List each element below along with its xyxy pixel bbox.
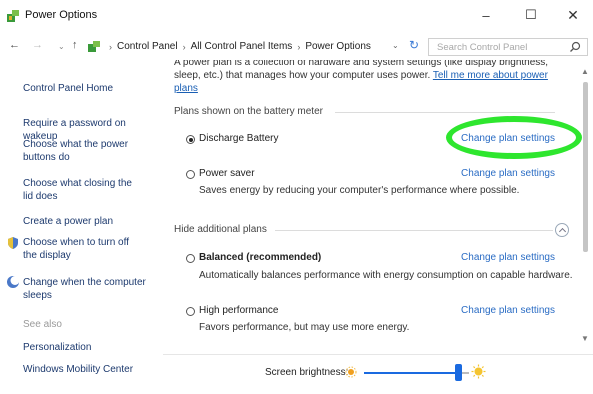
- search-icon[interactable]: [569, 41, 581, 53]
- shield-icon: [8, 237, 18, 249]
- sidebar-item-computer-sleeps[interactable]: Change when the computer sleeps: [23, 276, 148, 302]
- hide-additional-plans-toggle[interactable]: Hide additional plans: [174, 224, 267, 235]
- scroll-down-button[interactable]: ▼: [581, 334, 589, 343]
- change-plan-settings-high-performance[interactable]: Change plan settings: [433, 305, 555, 316]
- screen-brightness-label: Screen brightness:: [265, 367, 349, 378]
- plan-name-discharge-battery: Discharge Battery: [199, 133, 279, 144]
- intro-text: A power plan is a collection of hardware…: [174, 60, 574, 95]
- plan-radio-balanced[interactable]: [186, 254, 195, 263]
- refresh-button[interactable]: ↻: [409, 38, 419, 52]
- up-button[interactable]: ↑: [72, 39, 78, 51]
- sidebar-item-turn-off-display[interactable]: Choose when to turn off the display: [23, 236, 143, 262]
- plan-desc-balanced: Automatically balances performance with …: [199, 270, 573, 281]
- sidebar-item-closing-lid[interactable]: Choose what closing the lid does: [23, 177, 133, 203]
- back-button[interactable]: ←: [9, 39, 20, 51]
- scrollbar-thumb[interactable]: [583, 82, 588, 252]
- close-button[interactable]: ✕: [560, 4, 586, 26]
- maximize-button[interactable]: ☐: [518, 4, 544, 26]
- scroll-up-button[interactable]: ▲: [581, 67, 589, 76]
- left-navigation: Control Panel Home Require a password on…: [0, 60, 160, 394]
- plan-radio-high-performance[interactable]: [186, 307, 195, 316]
- change-plan-settings-power-saver[interactable]: Change plan settings: [433, 168, 555, 179]
- forward-button[interactable]: →: [32, 39, 43, 51]
- brightness-slider-track[interactable]: [364, 372, 469, 374]
- control-panel-icon: [88, 41, 100, 52]
- breadcrumb[interactable]: › Control Panel › All Control Panel Item…: [87, 38, 407, 55]
- brightness-slider-fill: [364, 372, 459, 374]
- breadcrumb-all-items[interactable]: All Control Panel Items: [191, 41, 293, 52]
- vertical-scrollbar[interactable]: ▲ ▼: [579, 60, 591, 354]
- minimize-button[interactable]: –: [473, 4, 499, 26]
- sidebar-item-power-buttons[interactable]: Choose what the power buttons do: [23, 138, 133, 164]
- recent-locations-button[interactable]: ⌄: [58, 42, 65, 51]
- sun-large-icon: [471, 364, 486, 379]
- power-options-icon: [7, 10, 19, 22]
- sidebar-item-control-panel-home[interactable]: Control Panel Home: [23, 82, 155, 95]
- breadcrumb-power-options[interactable]: Power Options: [305, 41, 371, 52]
- collapse-plans-button[interactable]: [555, 223, 569, 237]
- title-bar: Power Options – ☐ ✕: [0, 0, 593, 32]
- section-divider: [335, 112, 555, 113]
- sidebar-item-create-plan[interactable]: Create a power plan: [23, 215, 155, 228]
- address-row: ← → ⌄ ↑ › Control Panel › All Control Pa…: [0, 32, 593, 60]
- search-box[interactable]: [428, 38, 588, 56]
- plan-name-high-performance: High performance: [199, 305, 279, 316]
- moon-icon: [7, 276, 20, 288]
- main-content: A power plan is a collection of hardware…: [163, 60, 575, 354]
- section-divider: [275, 230, 553, 231]
- see-also-heading: See also: [23, 319, 62, 330]
- breadcrumb-separator: ›: [182, 41, 186, 52]
- sidebar-item-personalization[interactable]: Personalization: [23, 341, 155, 354]
- sun-small-icon: [345, 366, 357, 378]
- plan-desc-high-performance: Favors performance, but may use more ene…: [199, 322, 410, 333]
- address-dropdown-button[interactable]: ⌄: [392, 41, 399, 50]
- plan-radio-power-saver[interactable]: [186, 170, 195, 179]
- plan-name-balanced: Balanced (recommended): [199, 252, 322, 263]
- breadcrumb-control-panel[interactable]: Control Panel: [117, 41, 178, 52]
- breadcrumb-separator: ›: [109, 41, 112, 52]
- sidebar-item-mobility-center[interactable]: Windows Mobility Center: [23, 363, 155, 376]
- brightness-slider-thumb[interactable]: [455, 364, 462, 381]
- window-title: Power Options: [25, 9, 98, 21]
- change-plan-settings-balanced[interactable]: Change plan settings: [433, 252, 555, 263]
- battery-meter-heading: Plans shown on the battery meter: [174, 106, 323, 117]
- plan-name-power-saver: Power saver: [199, 168, 255, 179]
- plan-radio-discharge-battery[interactable]: [186, 135, 195, 144]
- change-plan-settings-discharge[interactable]: Change plan settings: [433, 133, 555, 144]
- search-input[interactable]: [429, 39, 559, 55]
- bottom-divider: [163, 354, 593, 355]
- plan-desc-power-saver: Saves energy by reducing your computer's…: [199, 185, 520, 196]
- breadcrumb-separator: ›: [297, 41, 301, 52]
